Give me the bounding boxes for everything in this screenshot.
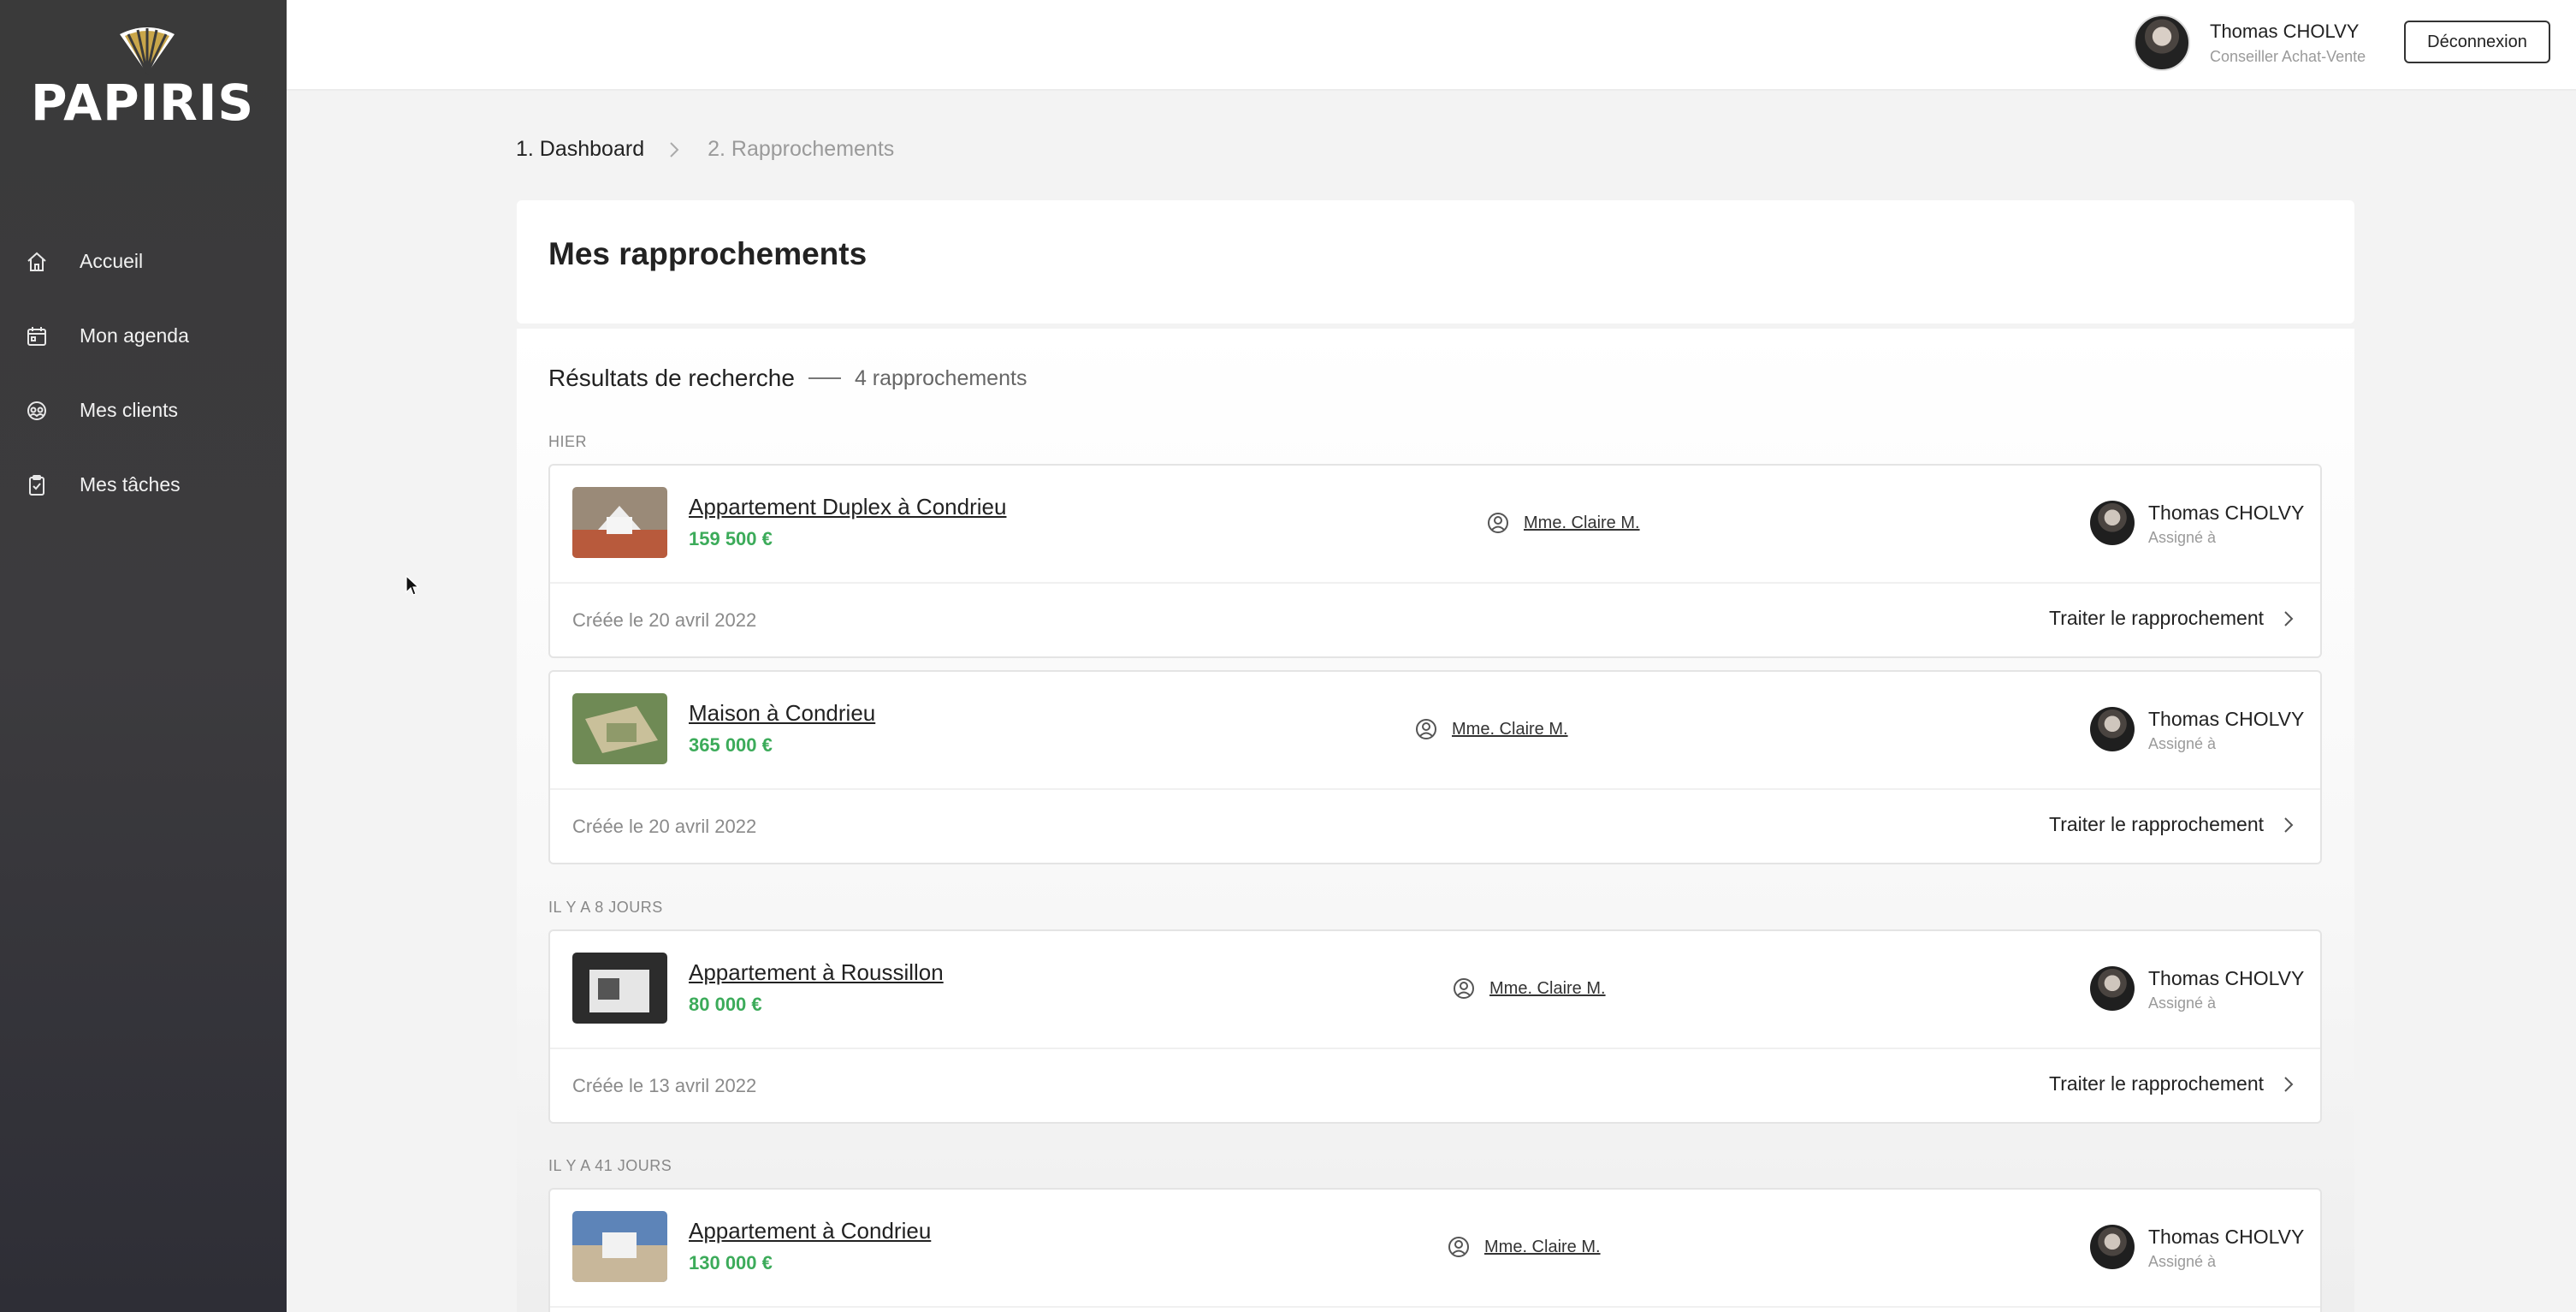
sidebar-item-clients[interactable]: Mes clients [0, 373, 287, 448]
assignee-role: Assigné à [2148, 1253, 2217, 1270]
user-role: Conseiller Achat-Vente [2210, 48, 2366, 65]
assignee-avatar [2090, 501, 2135, 545]
divider [550, 1048, 2320, 1049]
created-date: Créée le 20 avril 2022 [572, 609, 757, 631]
property-title-link[interactable]: Appartement à Roussillon [689, 959, 944, 986]
group-label: IL Y A 8 JOURS [548, 899, 663, 916]
client-link[interactable]: Mme. Claire M. [1486, 511, 1640, 535]
user-circle-icon [1414, 717, 1438, 741]
property-price: 130 000 € [689, 1252, 773, 1273]
logo-text: PAPIRIS [31, 74, 255, 132]
divider [550, 582, 2320, 584]
mouse-cursor-icon [406, 575, 419, 596]
divider [808, 377, 841, 379]
results-count: 4 rapprochements [854, 365, 1027, 390]
assignee-avatar [2090, 966, 2135, 1011]
assignee-avatar [2090, 707, 2135, 751]
assignee-name: Thomas CHOLVY [2148, 1226, 2305, 1248]
assignee-avatar [2090, 1225, 2135, 1269]
assignee-name: Thomas CHOLVY [2148, 502, 2305, 524]
page-header-card: Mes rapprochements [517, 200, 2354, 324]
created-date: Créée le 20 avril 2022 [572, 816, 757, 837]
top-bar [287, 0, 2576, 91]
property-title-link[interactable]: Appartement à Condrieu [689, 1218, 931, 1244]
client-name: Mme. Claire M. [1452, 719, 1568, 739]
assignee-role: Assigné à [2148, 994, 2217, 1012]
sidebar-nav: Accueil Mon agenda Mes clients Mes tâche… [0, 224, 287, 522]
divider [550, 1306, 2320, 1308]
process-match-button[interactable]: Traiter le rapprochement [2049, 813, 2298, 836]
fan-logo-icon [120, 27, 175, 74]
client-name: Mme. Claire M. [1484, 1237, 1601, 1256]
assignee-name: Thomas CHOLVY [2148, 708, 2305, 730]
user-circle-icon [1452, 977, 1476, 1000]
assignee-role: Assigné à [2148, 529, 2217, 546]
property-thumbnail[interactable] [572, 693, 667, 764]
match-card: Appartement Duplex à Condrieu 159 500 € … [548, 464, 2322, 658]
sidebar-item-agenda[interactable]: Mon agenda [0, 299, 287, 373]
property-thumbnail[interactable] [572, 1211, 667, 1282]
user-avatar[interactable] [2134, 15, 2190, 71]
client-name: Mme. Claire M. [1524, 513, 1640, 532]
papiris-logo[interactable]: PAPIRIS [31, 22, 253, 132]
property-price: 159 500 € [689, 528, 773, 549]
client-link[interactable]: Mme. Claire M. [1452, 977, 1606, 1000]
clients-icon [24, 398, 50, 424]
clipboard-icon [24, 472, 50, 498]
sidebar: PAPIRIS Accueil Mon agenda Mes clients M… [0, 0, 287, 1312]
chevron-right-icon [2279, 609, 2298, 628]
process-match-button[interactable]: Traiter le rapprochement [2049, 607, 2298, 630]
client-link[interactable]: Mme. Claire M. [1414, 717, 1568, 741]
user-circle-icon [1447, 1235, 1471, 1259]
sidebar-item-taches[interactable]: Mes tâches [0, 448, 287, 522]
match-card: Appartement à Condrieu 130 000 € Mme. Cl… [548, 1188, 2322, 1312]
results-title: Résultats de recherche [548, 365, 795, 391]
group-label: HIER [548, 433, 588, 450]
logout-button[interactable]: Déconnexion [2404, 21, 2550, 63]
results-header: Résultats de recherche 4 rapprochements [548, 365, 1027, 392]
sidebar-item-label: Mes clients [80, 399, 179, 421]
match-card: Maison à Condrieu 365 000 € Mme. Claire … [548, 670, 2322, 864]
property-thumbnail[interactable] [572, 487, 667, 558]
sidebar-item-label: Mon agenda [80, 324, 189, 347]
breadcrumb-dashboard[interactable]: 1. Dashboard [516, 137, 644, 162]
home-icon [24, 249, 50, 275]
action-label: Traiter le rapprochement [2049, 1072, 2264, 1095]
match-card: Appartement à Roussillon 80 000 € Mme. C… [548, 929, 2322, 1124]
assignee-role: Assigné à [2148, 735, 2217, 752]
page-title: Mes rapprochements [548, 236, 868, 271]
breadcrumb: 1. Dashboard 2. Rapprochements [516, 137, 894, 162]
breadcrumb-rapprochements[interactable]: 2. Rapprochements [708, 137, 894, 162]
user-name: Thomas CHOLVY [2210, 21, 2360, 42]
property-thumbnail[interactable] [572, 953, 667, 1024]
client-name: Mme. Claire M. [1489, 978, 1606, 998]
chevron-right-icon [2279, 816, 2298, 834]
assignee-name: Thomas CHOLVY [2148, 967, 2305, 989]
sidebar-item-label: Mes tâches [80, 473, 181, 496]
property-title-link[interactable]: Appartement Duplex à Condrieu [689, 494, 1006, 520]
group-label: IL Y A 41 JOURS [548, 1157, 672, 1174]
calendar-icon [24, 324, 50, 349]
user-circle-icon [1486, 511, 1510, 535]
property-title-link[interactable]: Maison à Condrieu [689, 700, 875, 727]
property-price: 365 000 € [689, 734, 773, 756]
chevron-right-icon [2279, 1075, 2298, 1094]
sidebar-item-label: Accueil [80, 250, 144, 272]
created-date: Créée le 13 avril 2022 [572, 1075, 757, 1096]
property-price: 80 000 € [689, 994, 762, 1015]
action-label: Traiter le rapprochement [2049, 813, 2264, 835]
chevron-right-icon [668, 140, 687, 159]
divider [550, 788, 2320, 790]
client-link[interactable]: Mme. Claire M. [1447, 1235, 1601, 1259]
action-label: Traiter le rapprochement [2049, 607, 2264, 629]
results-panel: Résultats de recherche 4 rapprochements … [517, 329, 2354, 1312]
sidebar-item-accueil[interactable]: Accueil [0, 224, 287, 299]
process-match-button[interactable]: Traiter le rapprochement [2049, 1072, 2298, 1095]
